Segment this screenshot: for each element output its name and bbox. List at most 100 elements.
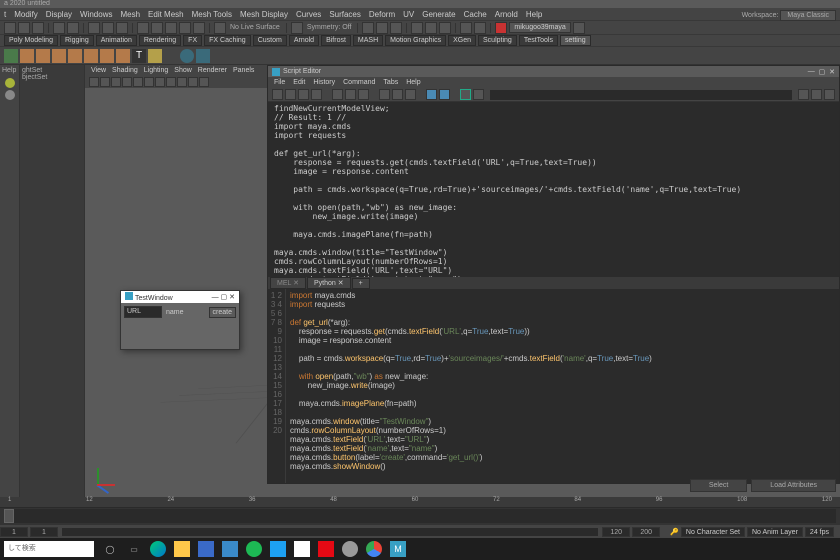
- script-menu-item[interactable]: Help: [406, 79, 420, 86]
- goto-icon[interactable]: [798, 89, 809, 100]
- store-icon[interactable]: [198, 541, 214, 557]
- fps-dropdown[interactable]: 24 fps: [805, 527, 834, 537]
- construction-icon[interactable]: [362, 22, 374, 34]
- workspace-dropdown[interactable]: Maya Classic: [780, 10, 836, 21]
- lighteditor-icon[interactable]: [439, 22, 451, 34]
- history-icon[interactable]: [379, 89, 390, 100]
- hypershade-icon[interactable]: [411, 22, 423, 34]
- vp-menu-item[interactable]: Renderer: [198, 67, 227, 74]
- shelf-tab[interactable]: Motion Graphics: [385, 35, 446, 46]
- shelf-tab[interactable]: FX Caching: [204, 35, 251, 46]
- taskview-icon[interactable]: ▭: [126, 541, 142, 557]
- shelf-tab[interactable]: Poly Modeling: [4, 35, 58, 46]
- cortana-icon[interactable]: ◯: [102, 541, 118, 557]
- vp-tool-icon[interactable]: [144, 77, 154, 87]
- vp-tool-icon[interactable]: [89, 77, 99, 87]
- source-icon[interactable]: [285, 89, 296, 100]
- maximize-button[interactable]: ▢: [819, 68, 826, 76]
- vp-menu-item[interactable]: Shading: [112, 67, 138, 74]
- python-tab[interactable]: Python ✕: [307, 277, 351, 289]
- script-output[interactable]: findNewCurrentModelView; // Result: 1 //…: [268, 102, 839, 277]
- save-script-icon[interactable]: [298, 89, 309, 100]
- vp-menu-item[interactable]: View: [91, 67, 106, 74]
- vp-tool-icon[interactable]: [133, 77, 143, 87]
- select-icon[interactable]: [88, 22, 100, 34]
- script-menu-item[interactable]: File: [274, 79, 285, 86]
- outliner-item[interactable]: bjectSet: [22, 74, 82, 81]
- app-icon[interactable]: [342, 541, 358, 557]
- symmetry-icon[interactable]: [291, 22, 303, 34]
- explorer-icon[interactable]: [174, 541, 190, 557]
- script-editor-titlebar[interactable]: Script Editor — ▢ ✕: [268, 66, 839, 77]
- rendersetup-icon[interactable]: [425, 22, 437, 34]
- shelf-cone-icon[interactable]: [68, 49, 82, 63]
- toolbox-select-icon[interactable]: [5, 78, 15, 88]
- snap-point-icon[interactable]: [165, 22, 177, 34]
- menu-item[interactable]: Curves: [296, 10, 321, 19]
- shelf-tab[interactable]: Sculpting: [478, 35, 517, 46]
- cloud-icon[interactable]: [573, 22, 585, 34]
- shelf-tab[interactable]: Arnold: [289, 35, 319, 46]
- execute-all-icon[interactable]: [426, 89, 437, 100]
- snap-live-icon[interactable]: [193, 22, 205, 34]
- vp-tool-icon[interactable]: [155, 77, 165, 87]
- mel-tab[interactable]: MEL ✕: [270, 277, 306, 289]
- spotify-icon[interactable]: [246, 541, 262, 557]
- line-num-icon[interactable]: [405, 89, 416, 100]
- range-playstart-input[interactable]: 1: [30, 527, 58, 537]
- shelf-tab[interactable]: TestTools: [519, 35, 558, 46]
- code-area[interactable]: import maya.cmds import requests def get…: [286, 289, 839, 483]
- shelf-folder-icon[interactable]: [4, 49, 18, 63]
- vp-tool-icon[interactable]: [122, 77, 132, 87]
- close-button[interactable]: ✕: [829, 68, 835, 76]
- vp-tool-icon[interactable]: [188, 77, 198, 87]
- vp-tool-icon[interactable]: [166, 77, 176, 87]
- mail-icon[interactable]: [222, 541, 238, 557]
- menu-item[interactable]: Deform: [369, 10, 395, 19]
- menu-item[interactable]: Modify: [14, 10, 38, 19]
- vp-tool-icon[interactable]: [111, 77, 121, 87]
- shelf-tab[interactable]: FX: [183, 35, 202, 46]
- menu-item[interactable]: Mesh Display: [240, 10, 288, 19]
- snap-plane-icon[interactable]: [179, 22, 191, 34]
- range-end-input[interactable]: 200: [632, 527, 660, 537]
- minimize-button[interactable]: —: [212, 294, 219, 301]
- shelf-tab[interactable]: Rigging: [60, 35, 94, 46]
- windows-search[interactable]: して検索: [4, 541, 94, 557]
- menu-item[interactable]: Display: [46, 10, 72, 19]
- snap-grid-icon[interactable]: [137, 22, 149, 34]
- outliner-item[interactable]: ghtSet: [22, 67, 82, 74]
- echo-icon[interactable]: [392, 89, 403, 100]
- save-icon[interactable]: [32, 22, 44, 34]
- shelf-square-icon[interactable]: [196, 49, 210, 63]
- range-start-input[interactable]: 1: [0, 527, 28, 537]
- charset-dropdown[interactable]: No Character Set: [681, 527, 745, 537]
- load-attributes-button[interactable]: Load Attributes: [751, 479, 836, 492]
- menu-item[interactable]: Mesh: [120, 10, 140, 19]
- magnet-icon[interactable]: [214, 22, 226, 34]
- find-icon[interactable]: [811, 89, 822, 100]
- vp-menu-item[interactable]: Lighting: [144, 67, 169, 74]
- url-input[interactable]: URL: [124, 306, 162, 318]
- shelf-plane-icon[interactable]: [100, 49, 114, 63]
- shelf-circle-icon[interactable]: [180, 49, 194, 63]
- select-button[interactable]: Select: [690, 479, 747, 492]
- autokey-icon[interactable]: 🔑: [670, 528, 679, 536]
- snap-curve-icon[interactable]: [151, 22, 163, 34]
- chrome-icon[interactable]: [366, 541, 382, 557]
- vp-menu-item[interactable]: Panels: [233, 67, 254, 74]
- add-tab-button[interactable]: +: [352, 278, 370, 289]
- render-icon[interactable]: [376, 22, 388, 34]
- slack-icon[interactable]: [294, 541, 310, 557]
- create-button[interactable]: create: [209, 307, 236, 318]
- animlayer-dropdown[interactable]: No Anim Layer: [747, 527, 803, 537]
- menu-item[interactable]: UV: [403, 10, 414, 19]
- open-script-icon[interactable]: [272, 89, 283, 100]
- maximize-button[interactable]: ▢: [221, 294, 228, 301]
- range-track[interactable]: [62, 528, 598, 536]
- menu-item[interactable]: Edit Mesh: [148, 10, 184, 19]
- script-input[interactable]: 1 2 3 4 5 6 7 8 9 10 11 12 13 14 15 16 1…: [268, 289, 839, 483]
- shelf-tab[interactable]: XGen: [448, 35, 476, 46]
- save-shelf-icon[interactable]: [311, 89, 322, 100]
- toolbox-lasso-icon[interactable]: [5, 90, 15, 100]
